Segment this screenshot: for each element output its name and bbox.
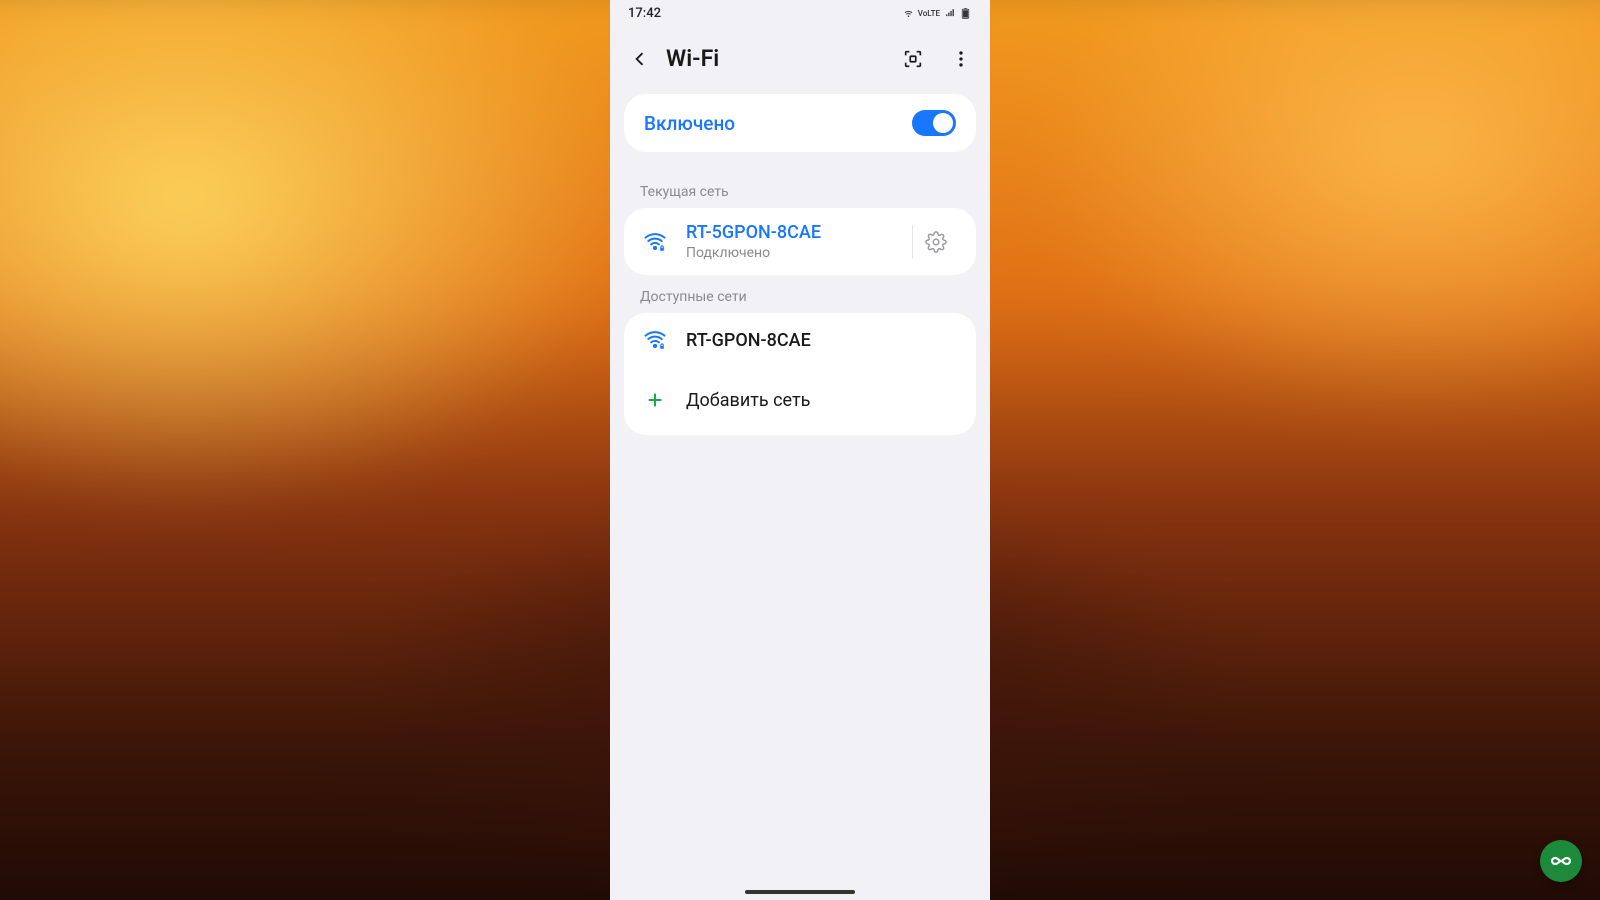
available-network-row[interactable]: RT-GPON-8CAE (624, 313, 976, 367)
wifi-enable-row: Включено (624, 94, 976, 152)
assistant-fab[interactable] (1540, 840, 1582, 882)
qr-scan-button[interactable] (902, 48, 924, 70)
page-header: Wi-Fi (610, 25, 990, 94)
volte-icon: VoLTE (918, 9, 940, 18)
network-settings-button[interactable] (912, 225, 958, 259)
wifi-enable-label: Включено (644, 112, 735, 135)
status-time: 17:42 (628, 6, 661, 21)
page-title: Wi-Fi (666, 45, 888, 72)
more-vertical-icon (950, 48, 972, 70)
gear-icon (925, 231, 947, 253)
available-networks-section-label: Доступные сети (610, 275, 990, 313)
qr-scan-icon (902, 48, 924, 70)
current-network-ssid: RT-5GPON-8CAE (686, 222, 894, 243)
infinity-icon (1549, 849, 1573, 873)
more-menu-button[interactable] (950, 48, 972, 70)
add-network-label: Добавить сеть (686, 390, 810, 411)
battery-icon (959, 7, 972, 20)
wifi-status-icon (902, 7, 915, 20)
wifi-secure-icon (642, 327, 668, 353)
wifi-secure-icon (642, 229, 668, 255)
status-icons: VoLTE (902, 7, 972, 20)
back-button[interactable] (628, 47, 652, 71)
add-network-row[interactable]: Добавить сеть (624, 367, 976, 435)
chevron-left-icon (630, 49, 650, 69)
home-indicator[interactable] (745, 890, 855, 894)
status-bar: 17:42 VoLTE (610, 0, 990, 25)
current-network-status: Подключено (686, 245, 894, 261)
available-network-ssid: RT-GPON-8CAE (686, 330, 958, 351)
current-network-card: RT-5GPON-8CAE Подключено (624, 208, 976, 275)
phone-screen: 17:42 VoLTE Wi-Fi (610, 0, 990, 900)
wifi-toggle[interactable] (912, 110, 956, 136)
available-networks-card: RT-GPON-8CAE Добавить сеть (624, 313, 976, 435)
current-network-section-label: Текущая сеть (610, 170, 990, 208)
plus-icon (642, 387, 668, 413)
current-network-row[interactable]: RT-5GPON-8CAE Подключено (624, 208, 976, 275)
signal-icon (943, 7, 956, 20)
